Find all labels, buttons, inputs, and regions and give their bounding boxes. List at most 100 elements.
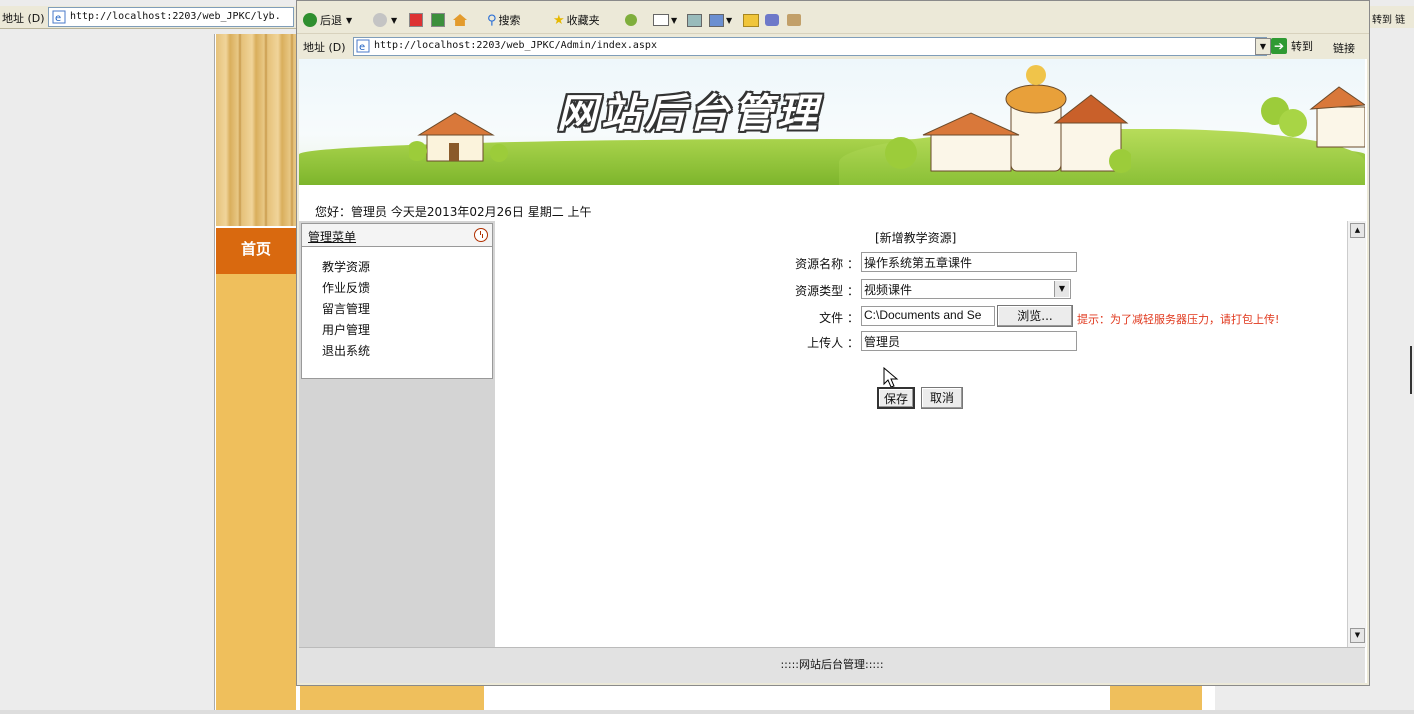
text-cursor [1410, 346, 1412, 394]
print-button[interactable] [687, 11, 702, 29]
file-label-row: 文件 ： [755, 305, 859, 327]
resource-type-label: 资源类型 ： [795, 284, 859, 298]
resource-type-select[interactable]: 视频课件 ▼ [861, 279, 1071, 299]
tree-house-illustration [1261, 86, 1365, 148]
go-button[interactable]: ➔ 转到 [1271, 37, 1313, 55]
background-url-field[interactable]: e http://localhost:2203/web_JPKC/lyb. [48, 7, 294, 27]
name-label-row: 资源名称 ： [755, 251, 859, 273]
address-bar: 地址 (D) e http://localhost:2203/web_JPKC/… [297, 33, 1369, 58]
mouse-pointer-icon [883, 367, 899, 388]
search-icon: ⚲ [487, 12, 497, 28]
favorites-label: 收藏夹 [566, 14, 600, 27]
vertical-scrollbar[interactable]: ▲ ▼ [1347, 221, 1366, 647]
admin-menu: 管理菜单 教学资源 作业反馈 留言管理 用户管理 退出系统 [301, 223, 493, 379]
star-icon: ★ [553, 12, 565, 28]
menu-header: 管理菜单 [302, 224, 492, 247]
resource-name-label: 资源名称 ： [795, 257, 859, 271]
messenger-button[interactable] [765, 11, 779, 29]
refresh-button[interactable] [431, 11, 445, 29]
page-footer: :::::网站后台管理::::: [299, 647, 1365, 683]
ie-page-icon: e [356, 39, 370, 53]
scroll-down-icon[interactable]: ▼ [1350, 628, 1365, 643]
banner-title: 网站后台管理 [557, 90, 821, 137]
chevron-down-icon[interactable]: ▼ [1054, 281, 1069, 297]
scroll-up-icon[interactable]: ▲ [1350, 223, 1365, 238]
stop-button[interactable] [409, 11, 423, 29]
uploader-label-row: 上传人 ： [755, 330, 859, 352]
menu-item-logout[interactable]: 退出系统 [322, 341, 492, 362]
edit-icon [709, 13, 724, 27]
menu-item-message-management[interactable]: 留言管理 [322, 299, 492, 320]
research-button[interactable] [787, 11, 801, 29]
address-label: 地址 (D) [303, 41, 346, 54]
greeting-text: 您好：管理员 今天是2013年02月26日 星期二 上午 [315, 205, 592, 219]
history-button[interactable] [625, 11, 637, 29]
menu-list: 教学资源 作业反馈 留言管理 用户管理 退出系统 [302, 247, 492, 362]
folder-button[interactable] [743, 11, 759, 29]
messenger-icon [765, 14, 779, 26]
address-label: 地址 (D) [2, 12, 45, 25]
refresh-icon [431, 13, 445, 27]
resource-type-value: 视频课件 [864, 283, 913, 297]
home-button[interactable] [453, 11, 467, 29]
chevron-down-icon: ▼ [726, 15, 733, 25]
back-label: 后退 [320, 14, 342, 27]
form-title: [新增教学资源] [875, 231, 957, 245]
collapse-icon[interactable] [474, 228, 488, 242]
cancel-button[interactable]: 取消 [921, 387, 963, 409]
page-content: 网站后台管理 您好：管理员 今天是2013年02月26日 星期二 上午 管理菜单… [299, 59, 1367, 683]
forward-button[interactable]: ▼ [373, 11, 397, 29]
edit-button[interactable]: ▼ [709, 11, 732, 29]
home-tab[interactable]: 首页 [216, 228, 296, 274]
history-icon [625, 14, 637, 26]
url-field[interactable]: e http://localhost:2203/web_JPKC/Admin/i… [353, 37, 1267, 56]
print-icon [687, 13, 702, 27]
menu-item-teaching-resources[interactable]: 教学资源 [322, 257, 492, 278]
mail-button[interactable]: ▼ [653, 11, 677, 29]
url-dropdown-button[interactable]: ▼ [1255, 38, 1271, 55]
uploader-label: 上传人 ： [807, 336, 859, 350]
castle-illustration [885, 65, 1131, 173]
go-arrow-icon: ➔ [1271, 38, 1287, 54]
bottom-border [0, 710, 1414, 714]
home-icon [453, 14, 467, 26]
links-button[interactable]: 链接 [1333, 40, 1355, 56]
background-url: http://localhost:2203/web_JPKC/lyb. [70, 11, 281, 22]
background-go-strip: 转到 链 [1370, 6, 1414, 28]
wood-texture [216, 34, 296, 226]
resource-name-input[interactable]: 操作系统第五章课件 [861, 252, 1077, 272]
back-arrow-icon [303, 13, 317, 27]
menu-item-user-management[interactable]: 用户管理 [322, 320, 492, 341]
main-panel: [新增教学资源] 资源名称 ： 操作系统第五章课件 资源类型 ： 视频课件 ▼ … [495, 221, 1347, 647]
upload-hint: 提示：为了减轻服务器压力，请打包上传! [1077, 313, 1280, 326]
stop-icon [409, 13, 423, 27]
file-label: 文件 ： [819, 311, 859, 325]
chevron-down-icon: ▼ [391, 15, 398, 25]
chevron-down-icon: ▼ [671, 15, 678, 25]
uploader-input[interactable]: 管理员 [861, 331, 1077, 351]
back-button[interactable]: 后退 ▼ [303, 11, 352, 29]
banner: 网站后台管理 [299, 59, 1365, 185]
go-label: 转到 [1291, 40, 1313, 53]
orange-sidebar [216, 274, 296, 714]
search-label: 搜索 [498, 14, 521, 27]
svg-text:e: e [55, 13, 61, 24]
forward-arrow-icon [373, 13, 387, 27]
mail-icon [653, 14, 669, 26]
cottage-illustration [409, 112, 508, 162]
file-path-input[interactable]: C:\Documents and Se [861, 306, 995, 326]
save-button[interactable]: 保存 [877, 387, 915, 409]
menu-title[interactable]: 管理菜单 [308, 228, 356, 245]
browser-toolbar: 后退 ▼ ▼ ⚲ 搜索 ★ 收藏夹 ▼ ▼ [297, 7, 1369, 33]
browse-button[interactable]: 浏览... [997, 305, 1073, 327]
background-go-label[interactable]: 转到 链 [1372, 11, 1405, 26]
chevron-down-icon: ▼ [346, 15, 353, 25]
sidebar: 管理菜单 教学资源 作业反馈 留言管理 用户管理 退出系统 [299, 221, 496, 647]
background-address-bar: 地址 (D) e http://localhost:2203/web_JPKC/… [0, 6, 296, 29]
url-text: http://localhost:2203/web_JPKC/Admin/ind… [374, 40, 657, 51]
menu-item-homework-feedback[interactable]: 作业反馈 [322, 278, 492, 299]
favorites-button[interactable]: ★ 收藏夹 [553, 11, 600, 29]
chevron-down-icon: ▼ [1259, 42, 1267, 51]
research-icon [787, 14, 801, 26]
search-button[interactable]: ⚲ 搜索 [487, 11, 521, 29]
